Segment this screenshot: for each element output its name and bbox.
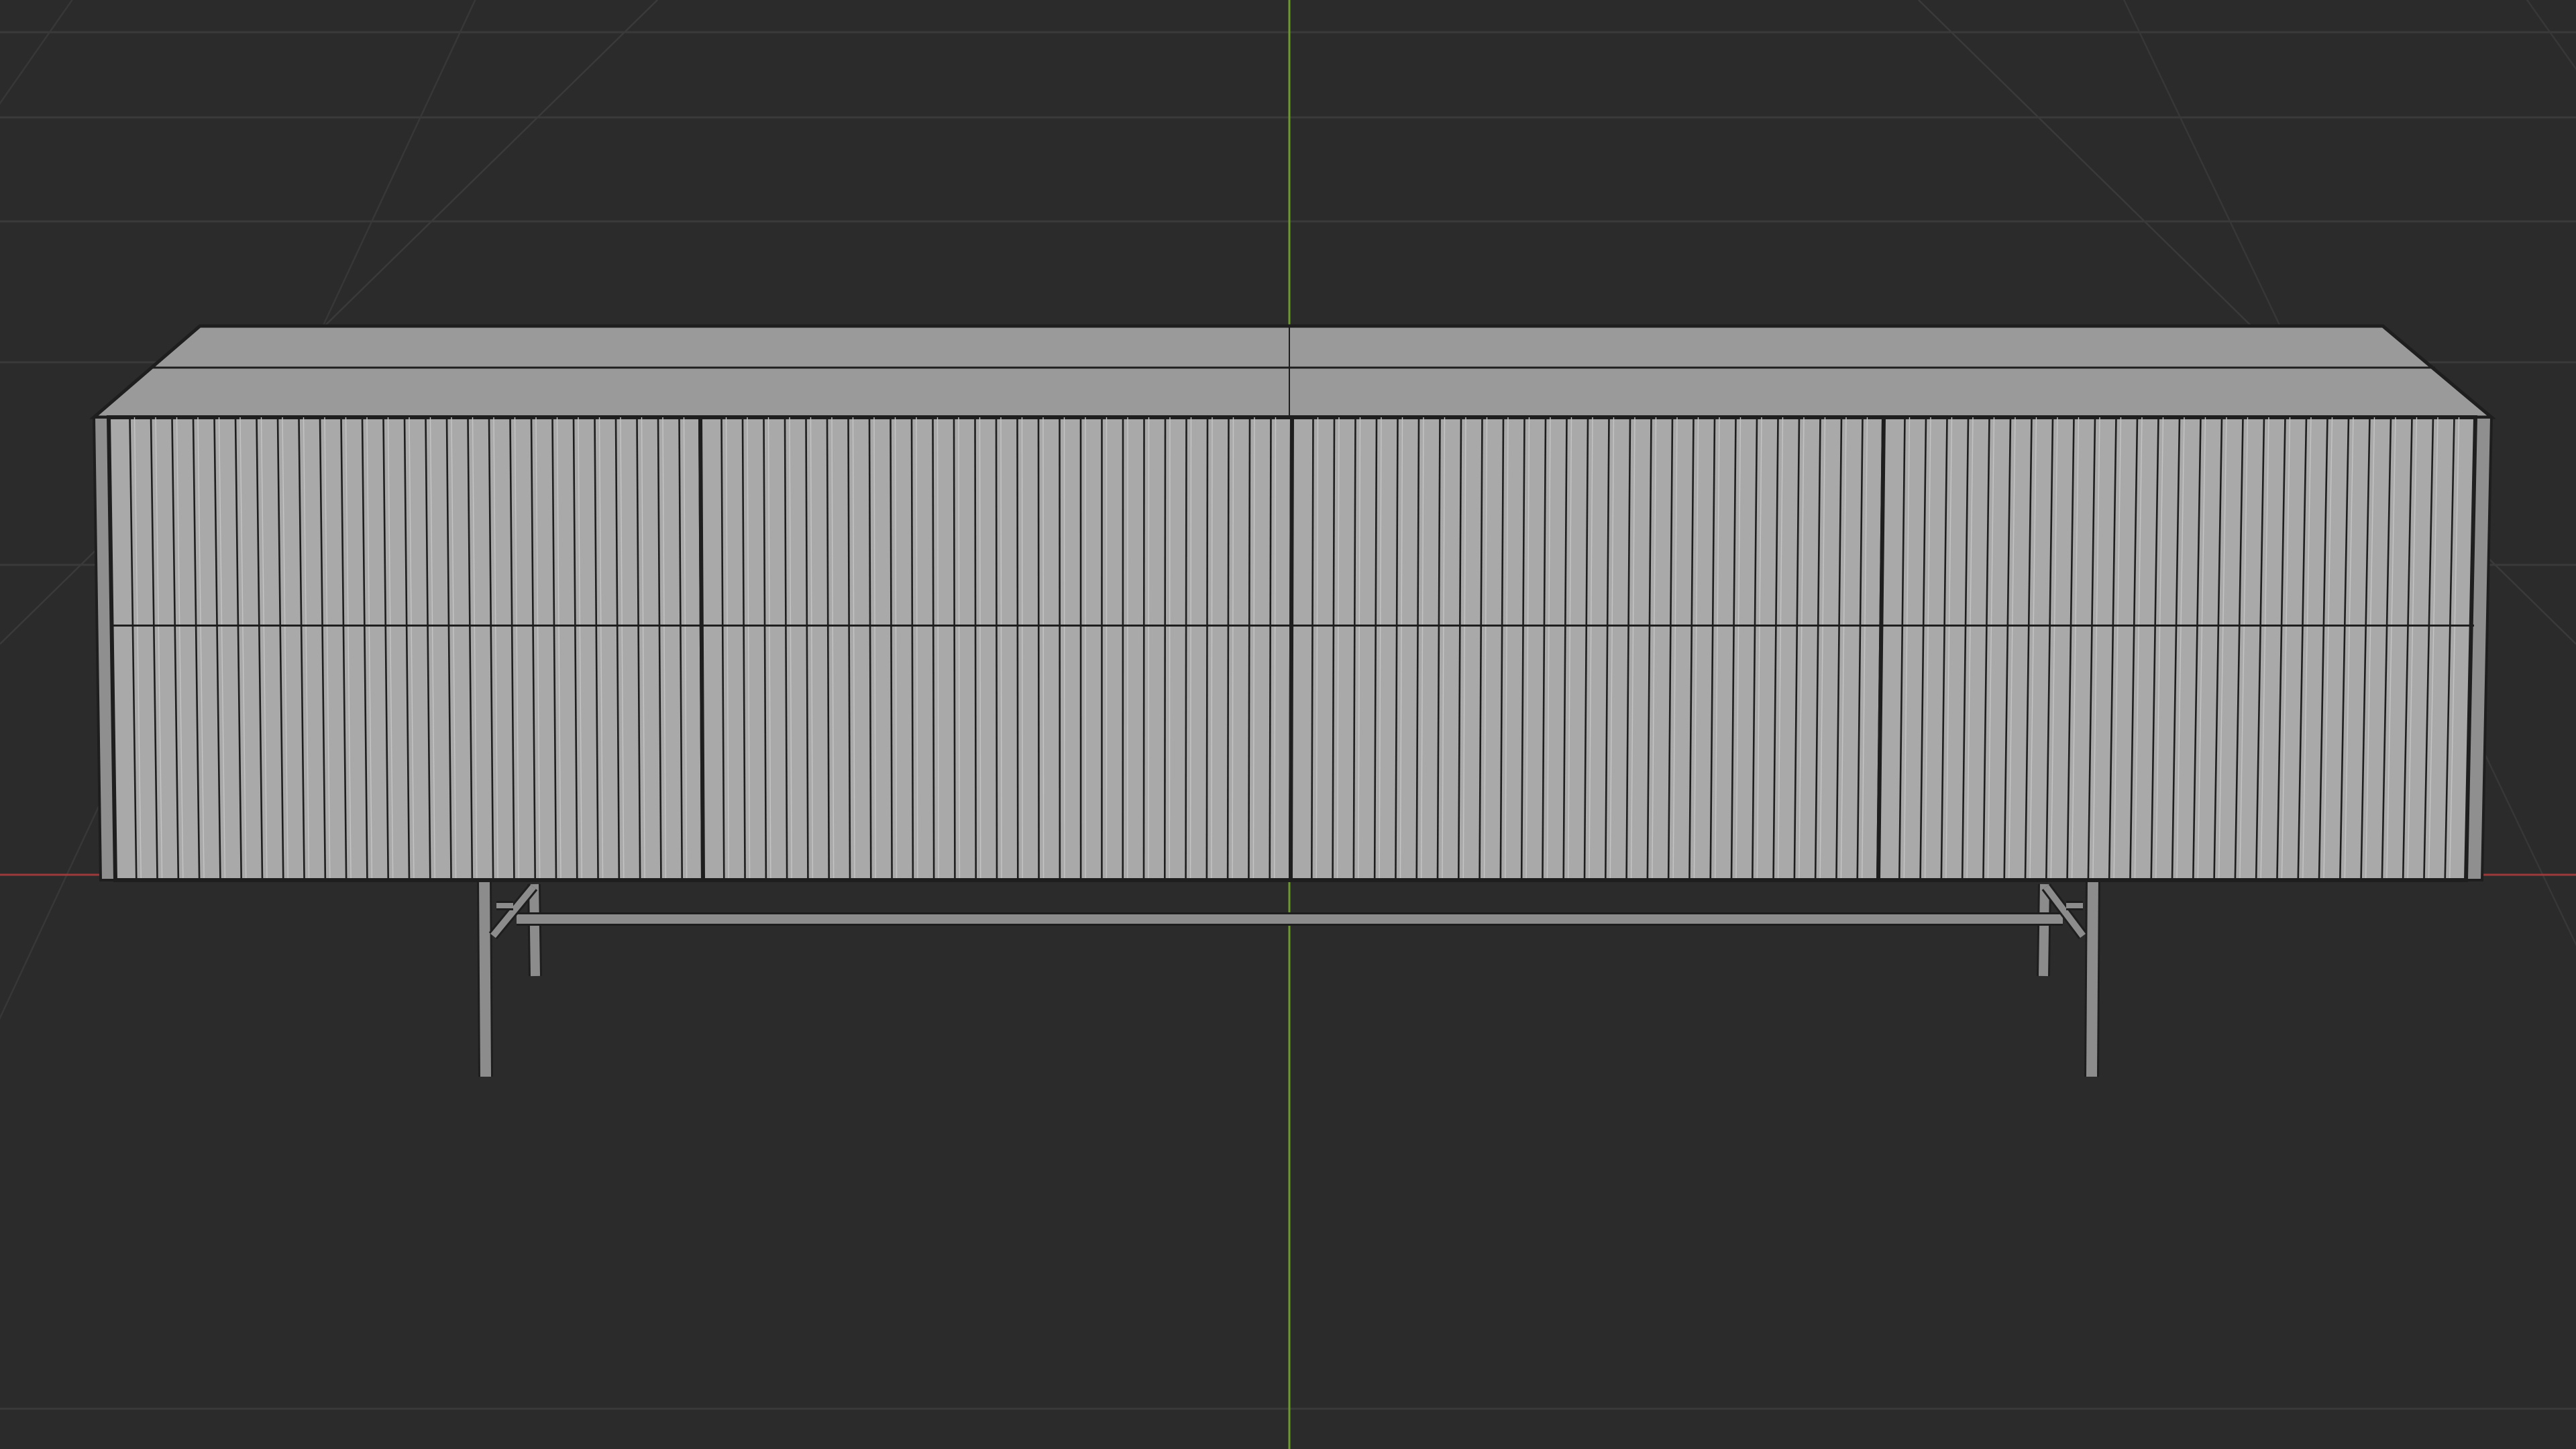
- slat-groove: [1205, 417, 1209, 881]
- slat-groove: [953, 417, 956, 881]
- slat-groove: [995, 417, 998, 881]
- viewport-canvas[interactable]: [0, 0, 2576, 1449]
- slat-groove: [932, 417, 935, 881]
- door-panel-3[interactable]: [1288, 415, 1886, 882]
- slat-edge: [1169, 417, 1171, 881]
- slat-groove: [1037, 417, 1040, 881]
- slat-groove: [1269, 417, 1272, 881]
- back-left-leg: [529, 883, 540, 977]
- door-panel-2[interactable]: [698, 415, 1295, 882]
- slat-groove: [974, 417, 977, 881]
- door-panel-4[interactable]: [1876, 415, 2478, 882]
- slat-groove: [910, 417, 914, 881]
- 3d-viewport[interactable]: [0, 0, 2576, 1449]
- slat-edge: [1148, 417, 1150, 881]
- back-right-leg: [2039, 883, 2049, 977]
- slat-groove: [1185, 417, 1187, 881]
- front-right-leg: [2086, 878, 2098, 1077]
- slat-groove: [1248, 417, 1251, 881]
- slat-edge: [1021, 417, 1023, 881]
- door-panel-1[interactable]: [106, 415, 706, 882]
- front-left-leg: [479, 878, 491, 1077]
- slat-edge: [1042, 417, 1044, 881]
- top-surface: [89, 324, 2496, 419]
